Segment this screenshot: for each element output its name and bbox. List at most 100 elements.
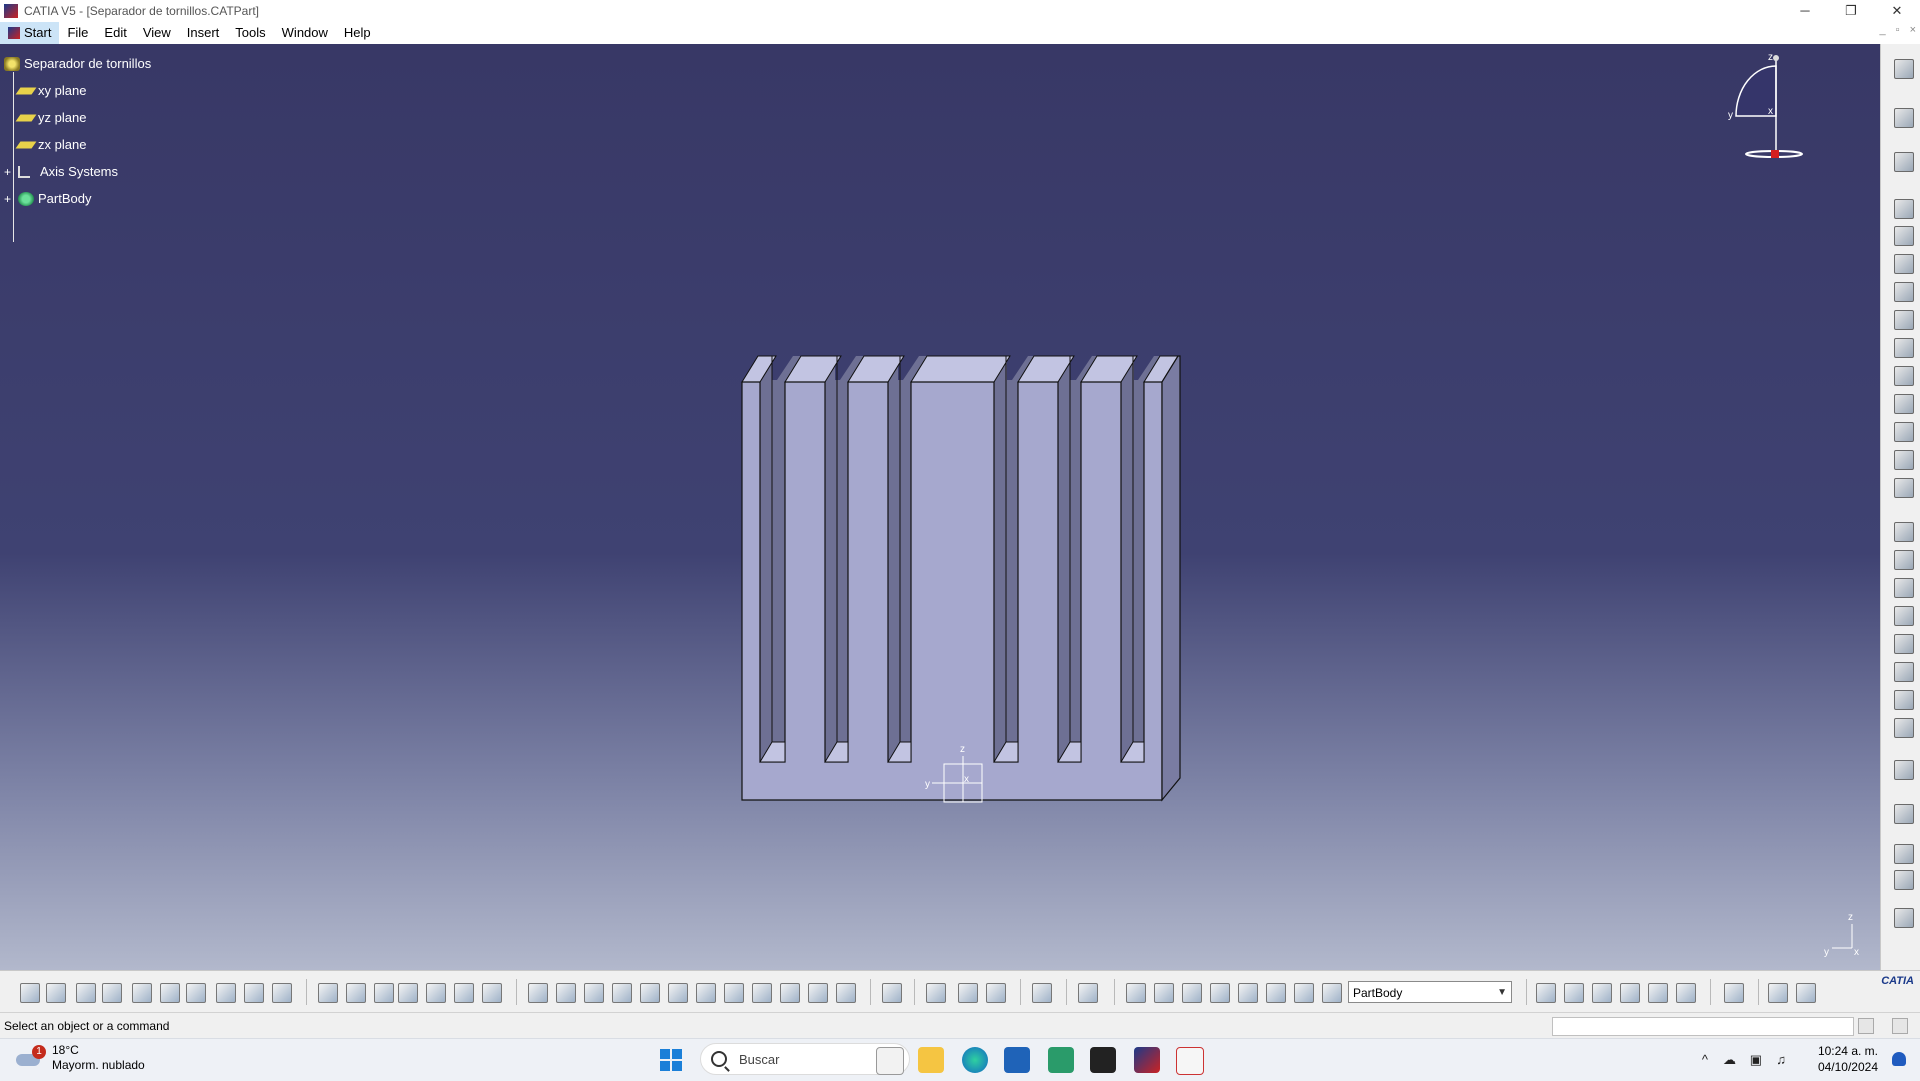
translation-icon[interactable] — [1894, 760, 1914, 780]
rotate-icon[interactable] — [612, 983, 632, 1003]
compass-widget[interactable]: z y x — [1716, 48, 1806, 163]
task-view-icon[interactable] — [876, 1047, 904, 1075]
network-icon[interactable]: ▣ — [1750, 1052, 1762, 1068]
doc-minimize-button[interactable]: _ — [1880, 24, 1886, 36]
fit-all-icon[interactable] — [556, 983, 576, 1003]
axis-system-tool-icon[interactable] — [1078, 983, 1098, 1003]
command-input[interactable] — [1552, 1017, 1854, 1036]
shaft-icon[interactable] — [1894, 254, 1914, 274]
status-button[interactable] — [1892, 1018, 1908, 1034]
store-icon[interactable] — [1004, 1047, 1030, 1073]
open-file-icon[interactable] — [46, 983, 66, 1003]
3d-viewport[interactable]: Separador de tornillos xy plane yz plane… — [0, 44, 1880, 970]
curvature-analysis-icon[interactable] — [1564, 983, 1584, 1003]
draft-analysis-icon[interactable] — [1592, 983, 1612, 1003]
expand-plus-icon[interactable]: + — [4, 192, 11, 206]
chevron-up-icon[interactable]: ^ — [1702, 1052, 1708, 1067]
iso-view-icon[interactable] — [752, 983, 772, 1003]
menu-start[interactable]: Start — [0, 22, 60, 44]
tree-root[interactable]: Separador de tornillos — [4, 50, 151, 77]
body-select-icon[interactable] — [1322, 983, 1342, 1003]
tree-node-xy-plane[interactable]: xy plane — [4, 77, 151, 104]
save-icon[interactable] — [76, 983, 96, 1003]
groove-icon[interactable] — [1894, 282, 1914, 302]
select-arrow-icon[interactable] — [1894, 108, 1914, 128]
properties-icon[interactable] — [1796, 983, 1816, 1003]
measure-item-icon[interactable] — [958, 983, 978, 1003]
hole-icon[interactable] — [1894, 310, 1914, 330]
boolean-ops-icon[interactable] — [1620, 983, 1640, 1003]
removed-multi-section-icon[interactable] — [1894, 450, 1914, 470]
shell-icon[interactable] — [1894, 606, 1914, 626]
sphere-icon[interactable] — [1154, 983, 1174, 1003]
pan-icon[interactable] — [584, 983, 604, 1003]
minimize-button[interactable]: ─ — [1782, 0, 1828, 22]
print-icon[interactable] — [102, 983, 122, 1003]
cut-icon[interactable] — [132, 983, 152, 1003]
solid-combine-icon[interactable] — [1894, 478, 1914, 498]
doc-close-button[interactable]: × — [1910, 24, 1916, 36]
camera-icon[interactable] — [1032, 983, 1052, 1003]
table-icon[interactable] — [398, 983, 418, 1003]
swap-space-icon[interactable] — [836, 983, 856, 1003]
menu-file[interactable]: File — [59, 22, 96, 44]
hide-show-icon[interactable] — [808, 983, 828, 1003]
cloud-sync-icon[interactable]: ☁ — [1723, 1052, 1736, 1068]
thread-icon[interactable] — [1894, 662, 1914, 682]
menu-view[interactable]: View — [135, 22, 179, 44]
pocket-icon[interactable] — [1894, 226, 1914, 246]
paste-icon[interactable] — [186, 983, 206, 1003]
dimension-icon[interactable] — [1210, 983, 1230, 1003]
apply-material-icon[interactable] — [1648, 983, 1668, 1003]
pattern-grid-icon[interactable] — [1676, 983, 1696, 1003]
tree-node-yz-plane[interactable]: yz plane — [4, 104, 151, 131]
edge-browser-icon[interactable] — [962, 1047, 988, 1073]
whats-this-icon[interactable] — [272, 983, 292, 1003]
remove-face-icon[interactable] — [1894, 690, 1914, 710]
copy-icon[interactable] — [160, 983, 180, 1003]
current-body-select[interactable]: PartBody ▼ — [1348, 981, 1512, 1003]
tree-node-partbody[interactable]: + PartBody — [4, 185, 151, 212]
measure-icon[interactable] — [454, 983, 474, 1003]
tools-palette-icon[interactable] — [1266, 983, 1286, 1003]
zoom-in-icon[interactable] — [640, 983, 660, 1003]
tree-node-axis-systems[interactable]: + Axis Systems — [4, 158, 151, 185]
replace-face-icon[interactable] — [1894, 718, 1914, 738]
new-file-icon[interactable] — [20, 983, 40, 1003]
law-icon[interactable] — [482, 983, 502, 1003]
status-button[interactable] — [1858, 1018, 1874, 1034]
instant-apply-icon[interactable] — [1536, 983, 1556, 1003]
snipping-tool-icon[interactable] — [1176, 1047, 1204, 1075]
rib-icon[interactable] — [1894, 338, 1914, 358]
paint-icon[interactable] — [1724, 983, 1744, 1003]
menu-tools[interactable]: Tools — [227, 22, 273, 44]
user-pattern-icon[interactable] — [1894, 870, 1914, 890]
chamfer-icon[interactable] — [1894, 550, 1914, 570]
shading-icon[interactable] — [780, 983, 800, 1003]
stiffener-icon[interactable] — [1894, 394, 1914, 414]
mirror-icon[interactable] — [1894, 804, 1914, 824]
multi-section-solid-icon[interactable] — [1894, 422, 1914, 442]
update-icon[interactable] — [1126, 983, 1146, 1003]
expand-plus-icon[interactable]: + — [4, 165, 11, 179]
redo-icon[interactable] — [244, 983, 264, 1003]
notification-bell-icon[interactable] — [1892, 1052, 1906, 1066]
analysis-icon[interactable] — [1238, 983, 1258, 1003]
close-button[interactable]: ✕ — [1874, 0, 1920, 22]
weather-widget[interactable]: 1 18°C Mayorm. nublado — [16, 1043, 145, 1073]
restore-button[interactable]: ❐ — [1828, 0, 1874, 22]
sketch-icon[interactable] — [1894, 152, 1914, 172]
measure-inertia-icon[interactable] — [986, 983, 1006, 1003]
formula-icon[interactable] — [318, 983, 338, 1003]
undo-icon[interactable] — [216, 983, 236, 1003]
constraint-icon[interactable] — [1182, 983, 1202, 1003]
layer-icon[interactable] — [1768, 983, 1788, 1003]
draft-icon[interactable] — [1894, 578, 1914, 598]
catia-taskbar-icon[interactable] — [1134, 1047, 1160, 1073]
pad-icon[interactable] — [1894, 199, 1914, 219]
system-clock[interactable]: 10:24 a. m. 04/10/2024 — [1818, 1043, 1878, 1075]
catalog-icon[interactable] — [426, 983, 446, 1003]
doc-restore-button[interactable]: ▫ — [1896, 24, 1900, 36]
menu-window[interactable]: Window — [274, 22, 336, 44]
normal-view-icon[interactable] — [696, 983, 716, 1003]
